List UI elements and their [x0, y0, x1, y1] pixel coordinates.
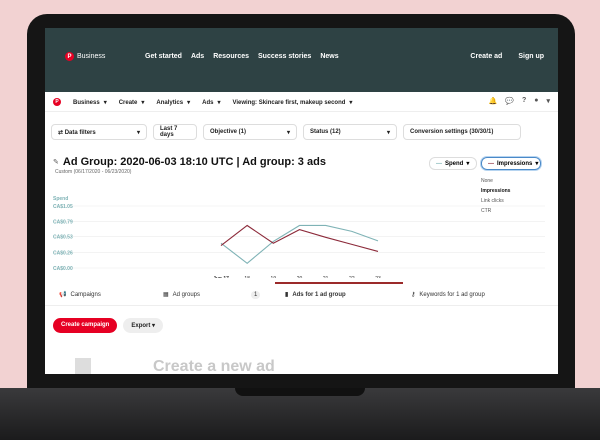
- x-tick-label: 19: [271, 276, 277, 278]
- nav-news[interactable]: News: [320, 53, 338, 60]
- selected-count-badge[interactable]: 1: [251, 291, 261, 299]
- objective-select[interactable]: Objective (1) ▾: [203, 124, 297, 140]
- illustration: [75, 358, 91, 374]
- avatar[interactable]: ●: [534, 97, 538, 105]
- top-nav-links: Get started Ads Resources Success storie…: [145, 53, 339, 60]
- tab-campaigns[interactable]: 📢 Campaigns: [59, 291, 101, 299]
- pinterest-logo[interactable]: P Business: [65, 52, 105, 61]
- business-nav: P Business ▾ Create ▾ Analytics ▾ Ads ▾ View…: [45, 92, 558, 112]
- filter-row: ⇄ Data filters ▾ Last 7 days Objective (…: [51, 124, 521, 140]
- screen: P Business Get started Ads Resources Suc…: [45, 28, 558, 374]
- y-tick-label: CA$0.00: [53, 266, 73, 272]
- page-title: Ad Group: 2020-06-03 18:10 UTC | Ad grou…: [62, 156, 326, 168]
- tab-ad-groups[interactable]: ▦ Ad groups: [163, 291, 200, 299]
- date-range-subtitle: Custom (06/17/2020 - 06/23/2020): [55, 169, 132, 175]
- pinterest-icon[interactable]: P: [53, 98, 61, 106]
- chevron-down-icon: ▾: [136, 129, 140, 136]
- chevron-down-icon[interactable]: ▾: [546, 97, 550, 105]
- y-axis-label: Spend: [53, 196, 68, 202]
- nav-get-started[interactable]: Get started: [145, 53, 182, 60]
- top-navigation: P Business Get started Ads Resources Suc…: [45, 28, 558, 92]
- brand-label: Business: [77, 53, 106, 60]
- megaphone-icon: 📢: [59, 292, 67, 298]
- chevron-down-icon: ▾: [535, 161, 539, 167]
- pinterest-icon: P: [65, 52, 74, 61]
- action-buttons: Create campaign Export ▾: [53, 318, 164, 333]
- data-filters-button[interactable]: ⇄ Data filters ▾: [51, 124, 147, 140]
- menu-business[interactable]: Business ▾: [73, 99, 107, 106]
- create-new-ad-heading: Create a new ad: [153, 358, 275, 374]
- x-tick-label: 23: [375, 276, 381, 278]
- chevron-down-icon: ▾: [286, 129, 290, 136]
- title-row: ✎ Ad Group: 2020-06-03 18:10 UTC | Ad gr…: [53, 156, 326, 168]
- key-icon: ⚷: [411, 292, 416, 298]
- spend-chart: Spend CA$1.05 CA$0.79 CA$0.53 CA$0.26 CA$0.00…: [53, 196, 545, 278]
- sign-up-link[interactable]: Sign up: [518, 53, 544, 60]
- help-icon[interactable]: ?: [522, 97, 526, 105]
- create-campaign-button[interactable]: Create campaign: [53, 318, 118, 333]
- menu-analytics[interactable]: Analytics ▾: [156, 99, 190, 106]
- conversion-settings-button[interactable]: Conversion settings (30/30/1): [403, 124, 521, 140]
- tab-keywords[interactable]: ⚷ Keywords for 1 ad group: [411, 291, 485, 299]
- y-tick-label: CA$0.26: [53, 251, 73, 257]
- chevron-down-icon: ▾: [466, 161, 470, 167]
- export-button[interactable]: Export ▾: [123, 318, 164, 333]
- nav-resources[interactable]: Resources: [213, 53, 249, 60]
- create-ad-link[interactable]: Create ad: [470, 53, 502, 60]
- active-tab-indicator: [275, 282, 403, 284]
- x-tick-label: 21: [323, 276, 329, 278]
- phone-icon: ▮: [285, 292, 289, 298]
- top-right-links: Create ad Sign up: [470, 53, 544, 60]
- chevron-down-icon: ▾: [217, 99, 221, 106]
- grid-icon: ▦: [163, 292, 169, 298]
- table-tabs: 📢 Campaigns ▦ Ad groups 1 ▮ Ads for 1 ad gr…: [45, 286, 558, 306]
- chevron-down-icon: ▾: [187, 99, 191, 106]
- impressions-metric-button[interactable]: — Impressions ▾: [481, 157, 541, 170]
- menu-create[interactable]: Create ▾: [119, 99, 145, 106]
- status-select[interactable]: Status (12) ▾: [303, 124, 397, 140]
- series-line: [220, 224, 379, 252]
- x-tick-label: 18: [244, 276, 250, 278]
- nav-ads[interactable]: Ads: [191, 53, 204, 60]
- tab-ads[interactable]: ▮ Ads for 1 ad group: [285, 291, 346, 299]
- chevron-down-icon: ▾: [103, 99, 107, 106]
- spend-metric-button[interactable]: — Spend ▾: [429, 157, 477, 170]
- menu-ads[interactable]: Ads ▾: [202, 99, 220, 106]
- sliders-icon: ⇄: [58, 129, 64, 136]
- chevron-down-icon: ▾: [386, 129, 390, 136]
- notifications-icon[interactable]: 🔔: [489, 97, 498, 105]
- x-tick-label: Jun 17: [213, 276, 229, 278]
- y-tick-label: CA$0.53: [53, 235, 73, 241]
- laptop-notch: [235, 388, 365, 396]
- edit-pencil-icon[interactable]: ✎: [53, 158, 59, 166]
- laptop-bezel: P Business Get started Ads Resources Suc…: [27, 14, 575, 390]
- x-tick-label: 20: [297, 276, 303, 278]
- date-range-button[interactable]: Last 7 days: [153, 124, 197, 140]
- x-tick-label: 22: [349, 276, 355, 278]
- nav-success-stories[interactable]: Success stories: [258, 53, 311, 60]
- menu-viewing-account[interactable]: Viewing: Skincare first, makeup second ▾: [232, 99, 352, 106]
- chevron-down-icon: ▾: [141, 99, 145, 106]
- y-tick-label: CA$0.79: [53, 219, 73, 225]
- messages-icon[interactable]: 💬: [505, 97, 514, 105]
- chevron-down-icon: ▾: [349, 99, 353, 106]
- y-tick-label: CA$1.05: [53, 204, 73, 210]
- series-line: [220, 224, 379, 264]
